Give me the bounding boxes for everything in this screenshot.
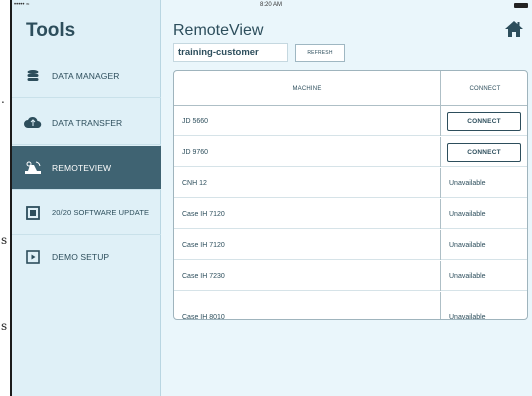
sidebar-item-remoteview[interactable]: REMOTEVIEW xyxy=(12,146,161,190)
page-title: RemoteView xyxy=(173,22,264,39)
sidebar-item-label: DATA TRANSFER xyxy=(52,117,123,128)
machine-table: MACHINE CONNECT JD 5660 CONNECT JD 9760 … xyxy=(173,70,528,320)
table-row: Case IH 8010 Unavailable xyxy=(174,292,527,320)
cloud-transfer-icon xyxy=(24,114,42,132)
unavailable-status: Unavailable xyxy=(449,179,486,187)
demo-play-icon xyxy=(24,248,42,266)
remoteview-icon xyxy=(24,159,42,177)
sidebar-item-demo-setup[interactable]: DEMO SETUP xyxy=(12,235,161,279)
connect-button[interactable]: CONNECT xyxy=(447,142,521,162)
table-row: CNH 12 Unavailable xyxy=(174,168,527,198)
status-bar: ••••• ⁠≈ 8:20 AM xyxy=(12,0,532,12)
sidebar-item-label: REMOTEVIEW xyxy=(52,162,112,173)
sidebar-item-label: 20/20 SOFTWARE UPDATE xyxy=(52,208,150,217)
machine-name: Case IH 7230 xyxy=(174,261,441,291)
monitor-update-icon xyxy=(24,204,42,222)
table-row: Case IH 7120 Unavailable xyxy=(174,230,527,260)
refresh-button[interactable]: REFRESH xyxy=(295,44,345,62)
margin-mark: s xyxy=(1,319,8,333)
column-header-connect: CONNECT xyxy=(469,85,501,92)
unavailable-status: Unavailable xyxy=(449,210,486,218)
signal-indicator: ••••• ⁠≈ xyxy=(14,2,30,8)
machine-name: Case IH 7120 xyxy=(174,199,441,229)
tablet-screen: Tools DATA MANAGER DATA TRANSFER REMOTEV… xyxy=(12,0,532,396)
machine-name: JD 9760 xyxy=(174,137,441,167)
machine-name: Case IH 7120 xyxy=(174,230,441,260)
sidebar-title: Tools xyxy=(26,20,76,41)
column-header-machine: MACHINE xyxy=(174,71,441,106)
margin-mark: . xyxy=(1,92,5,106)
sidebar-item-label: DATA MANAGER xyxy=(52,70,120,81)
sidebar-item-data-manager[interactable]: DATA MANAGER xyxy=(12,54,161,98)
table-row: Case IH 7120 Unavailable xyxy=(174,199,527,229)
margin-mark: s xyxy=(1,233,8,247)
connect-cell: CONNECT xyxy=(441,106,527,136)
sidebar: Tools DATA MANAGER DATA TRANSFER REMOTEV… xyxy=(12,0,161,396)
unavailable-status: Unavailable xyxy=(449,272,486,280)
sidebar-item-label: DEMO SETUP xyxy=(52,252,110,262)
machine-name: JD 5660 xyxy=(174,106,441,136)
home-icon[interactable] xyxy=(504,20,524,38)
main-panel: RemoteView REFRESH MACHINE CONNECT JD 56… xyxy=(161,0,532,396)
unavailable-status: Unavailable xyxy=(449,241,486,249)
customer-input[interactable] xyxy=(173,43,288,62)
battery-icon xyxy=(514,3,528,8)
sidebar-item-data-transfer[interactable]: DATA TRANSFER xyxy=(12,101,161,145)
unavailable-status: Unavailable xyxy=(449,314,486,320)
status-time: 8:20 AM xyxy=(260,2,283,8)
connect-cell: CONNECT xyxy=(441,137,527,167)
screenshot-frame: . s s Tools DATA MANAGER DATA TRANSFER R… xyxy=(0,0,532,396)
sidebar-item-software-update[interactable]: 20/20 SOFTWARE UPDATE xyxy=(12,191,161,235)
table-row: JD 9760 CONNECT xyxy=(174,137,527,167)
table-row: Case IH 7230 Unavailable xyxy=(174,261,527,291)
machine-name: CNH 12 xyxy=(174,168,441,198)
table-header: MACHINE CONNECT xyxy=(174,71,527,106)
connect-button[interactable]: CONNECT xyxy=(447,111,521,131)
machine-name: Case IH 8010 xyxy=(174,292,441,319)
database-icon xyxy=(24,67,42,85)
table-row: JD 5660 CONNECT xyxy=(174,106,527,136)
